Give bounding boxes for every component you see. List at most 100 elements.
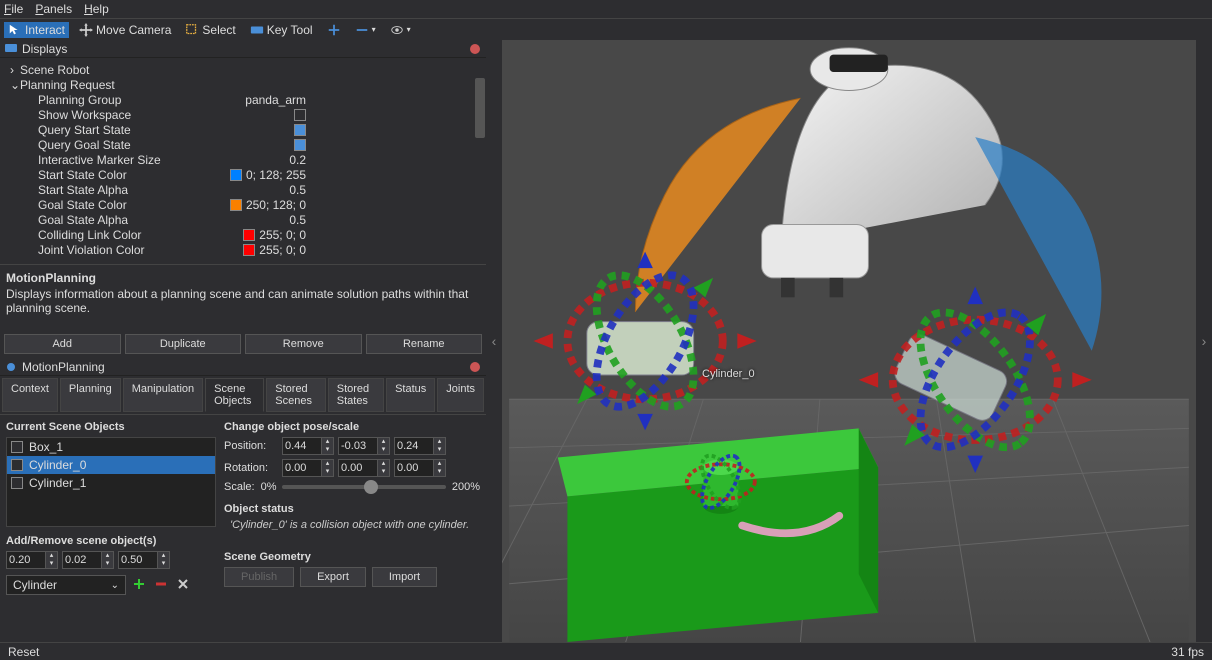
menu-file[interactable]: File: [4, 2, 23, 16]
list-item[interactable]: Box_1: [7, 438, 215, 456]
list-item[interactable]: Cylinder_1: [7, 474, 215, 492]
add-button[interactable]: Add: [4, 334, 121, 354]
spin-down-icon[interactable]: ▾: [434, 446, 445, 454]
tab-manipulation[interactable]: Manipulation: [123, 378, 203, 412]
color-swatch[interactable]: [243, 244, 255, 256]
tab-joints[interactable]: Joints: [437, 378, 484, 412]
position-x[interactable]: ▴▾: [282, 437, 334, 455]
tree-row[interactable]: Joint Violation Color255; 0; 0: [2, 242, 486, 257]
key-tool[interactable]: Key Tool: [246, 22, 317, 38]
displays-tree-scroll[interactable]: ›Scene Robot ⌄Planning Request Planning …: [0, 58, 486, 264]
dim-1[interactable]: ▴▾: [62, 551, 114, 569]
spin-down-icon[interactable]: ▾: [158, 560, 169, 568]
checkbox[interactable]: [11, 477, 23, 489]
checkbox[interactable]: [11, 459, 23, 471]
tree-row[interactable]: Goal State Alpha0.5: [2, 212, 486, 227]
spin-down-icon[interactable]: ▾: [322, 446, 333, 454]
cursor-icon: [8, 23, 22, 37]
tab-planning[interactable]: Planning: [60, 378, 121, 412]
remove-tool[interactable]: ▾: [351, 22, 380, 38]
tree-scene-robot[interactable]: ›Scene Robot: [2, 62, 486, 77]
import-button[interactable]: Import: [372, 567, 437, 587]
checkbox[interactable]: [294, 124, 306, 136]
spin-down-icon[interactable]: ▾: [434, 468, 445, 476]
tree-row[interactable]: Query Goal State: [2, 137, 486, 152]
tree-row[interactable]: Planning Grouppanda_arm: [2, 92, 486, 107]
spin-up-icon[interactable]: ▴: [378, 460, 389, 468]
tree-row[interactable]: Start State Alpha0.5: [2, 182, 486, 197]
color-swatch[interactable]: [230, 199, 242, 211]
remove-button[interactable]: Remove: [245, 334, 362, 354]
tab-context[interactable]: Context: [2, 378, 58, 412]
tab-stored-scenes[interactable]: Stored Scenes: [266, 378, 325, 412]
motion-planning-panel: MotionPlanning ContextPlanningManipulati…: [0, 358, 486, 642]
spin-up-icon[interactable]: ▴: [322, 460, 333, 468]
scene-geometry-title: Scene Geometry: [224, 551, 480, 563]
menu-bar: File Panels Help: [0, 0, 1212, 18]
tree-row[interactable]: Show Workspace: [2, 107, 486, 122]
color-swatch[interactable]: [230, 169, 242, 181]
tab-status[interactable]: Status: [386, 378, 435, 412]
tree-planning-request[interactable]: ⌄Planning Request: [2, 77, 486, 92]
duplicate-button[interactable]: Duplicate: [125, 334, 242, 354]
spin-up-icon[interactable]: ▴: [378, 438, 389, 446]
color-swatch[interactable]: [243, 229, 255, 241]
tree-scrollbar[interactable]: [474, 58, 486, 264]
tree-row[interactable]: Start State Color0; 128; 255: [2, 167, 486, 182]
tree-row[interactable]: Query Start State: [2, 122, 486, 137]
menu-help[interactable]: Help: [84, 2, 109, 16]
scene-objects-list[interactable]: Box_1Cylinder_0Cylinder_1: [6, 437, 216, 527]
dim-2[interactable]: ▴▾: [118, 551, 170, 569]
rotation-z[interactable]: ▴▾: [394, 459, 446, 477]
position-z[interactable]: ▴▾: [394, 437, 446, 455]
spin-up-icon[interactable]: ▴: [46, 552, 57, 560]
displays-icon: [4, 42, 18, 56]
mp-panel-title[interactable]: MotionPlanning: [0, 358, 486, 376]
tab-scene-objects[interactable]: Scene Objects: [205, 378, 264, 412]
spin-down-icon[interactable]: ▾: [378, 446, 389, 454]
displays-panel-title[interactable]: Displays: [0, 40, 486, 58]
publish-button[interactable]: Publish: [224, 567, 294, 587]
tree-row[interactable]: Colliding Link Color255; 0; 0: [2, 227, 486, 242]
spin-up-icon[interactable]: ▴: [158, 552, 169, 560]
export-button[interactable]: Export: [300, 567, 366, 587]
move-camera-tool[interactable]: Move Camera: [75, 22, 175, 38]
rotation-x[interactable]: ▴▾: [282, 459, 334, 477]
next-arrow[interactable]: ›: [1196, 40, 1212, 642]
spin-down-icon[interactable]: ▾: [322, 468, 333, 476]
add-tool[interactable]: [323, 22, 345, 38]
spin-up-icon[interactable]: ▴: [434, 460, 445, 468]
checkbox[interactable]: [294, 139, 306, 151]
rename-button[interactable]: Rename: [366, 334, 483, 354]
view-tool[interactable]: ▾: [386, 22, 415, 38]
close-icon[interactable]: [470, 362, 480, 372]
close-icon[interactable]: [470, 44, 480, 54]
spin-up-icon[interactable]: ▴: [322, 438, 333, 446]
spin-down-icon[interactable]: ▾: [46, 560, 57, 568]
list-item[interactable]: Cylinder_0: [7, 456, 215, 474]
interact-tool[interactable]: Interact: [4, 22, 69, 38]
spin-up-icon[interactable]: ▴: [434, 438, 445, 446]
checkbox[interactable]: [294, 109, 306, 121]
spin-up-icon[interactable]: ▴: [102, 552, 113, 560]
select-tool[interactable]: Select: [181, 22, 239, 38]
rotation-y[interactable]: ▴▾: [338, 459, 390, 477]
chevron-down-icon: ⌄: [111, 580, 119, 591]
dim-0[interactable]: ▴▾: [6, 551, 58, 569]
tree-row[interactable]: Interactive Marker Size0.2: [2, 152, 486, 167]
shape-combo[interactable]: Cylinder ⌄: [6, 575, 126, 595]
reset-button[interactable]: Reset: [8, 645, 39, 659]
scale-slider[interactable]: [282, 485, 445, 489]
tree-row[interactable]: Goal State Color250; 128; 0: [2, 197, 486, 212]
checkbox[interactable]: [11, 441, 23, 453]
tab-stored-states[interactable]: Stored States: [328, 378, 384, 412]
viewport-3d[interactable]: Cylinder_0: [502, 40, 1196, 642]
spin-down-icon[interactable]: ▾: [102, 560, 113, 568]
menu-panels[interactable]: Panels: [35, 2, 72, 16]
position-y[interactable]: ▴▾: [338, 437, 390, 455]
add-object-button[interactable]: [130, 575, 148, 593]
remove-object-button[interactable]: [152, 575, 170, 593]
clear-objects-button[interactable]: [174, 575, 192, 593]
prev-arrow[interactable]: ‹: [486, 40, 502, 642]
spin-down-icon[interactable]: ▾: [378, 468, 389, 476]
